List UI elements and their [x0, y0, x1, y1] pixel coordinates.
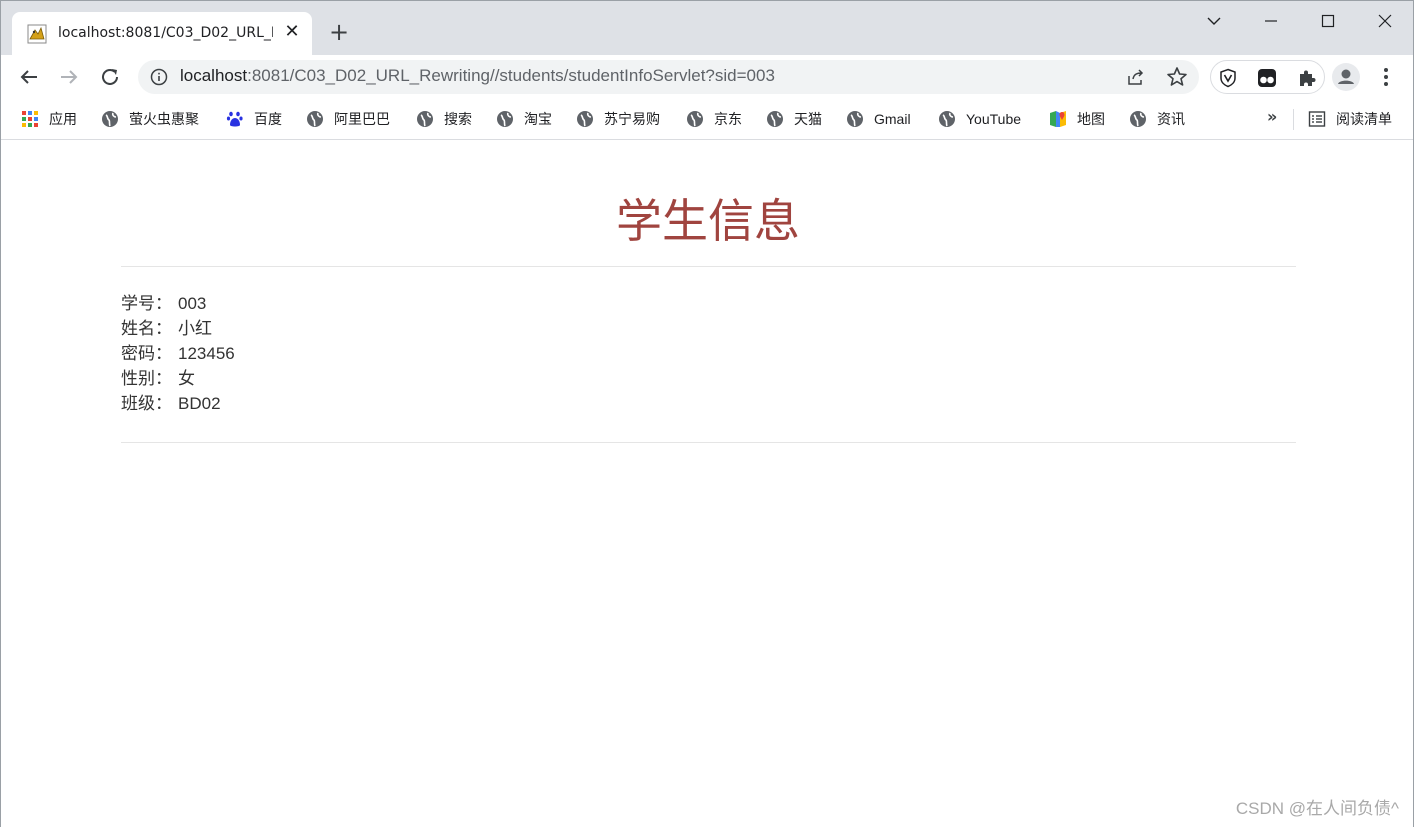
address-bar[interactable]: localhost:8081/C03_D02_URL_Rewriting//st…: [138, 60, 1199, 94]
extensions-group: [1210, 60, 1325, 94]
profile-avatar-icon[interactable]: [1332, 63, 1360, 91]
bookmark-label: 苏宁易购: [604, 111, 660, 127]
bookmark-label: 地图: [1077, 111, 1105, 127]
bookmark-label: 萤火虫惠聚: [129, 111, 199, 127]
bookmark-taobao[interactable]: 淘宝: [496, 108, 552, 130]
bookmark-label: Gmail: [874, 111, 911, 127]
bookmark-yinghuochong[interactable]: 萤火虫惠聚: [101, 108, 199, 130]
kebab-menu-icon[interactable]: [1376, 66, 1396, 88]
bookmarks-overflow-button[interactable]: »: [1267, 107, 1277, 126]
bookmark-label: 百度: [254, 111, 282, 127]
bookmark-gmail[interactable]: Gmail: [846, 108, 911, 130]
student-password-row: 密码： 123456: [121, 341, 235, 366]
bookmark-label: 阿里巴巴: [334, 111, 390, 127]
student-info-list: 学号： 003 姓名： 小红 密码： 123456 性别： 女 班级： BD02: [121, 291, 235, 416]
reading-list-button[interactable]: 阅读清单: [1308, 108, 1392, 130]
globe-icon: [577, 111, 593, 127]
vpn-shield-icon[interactable]: [1218, 68, 1238, 88]
new-tab-button[interactable]: +: [327, 20, 351, 45]
student-gender-row: 性别： 女: [121, 366, 235, 391]
site-info-icon[interactable]: [150, 68, 168, 86]
reading-list-icon: [1308, 111, 1326, 127]
browser-window: localhost:8081/C03_D02_URL_Rewriting//st…: [0, 0, 1414, 827]
field-label: 密码：: [121, 344, 172, 363]
bookmark-apps[interactable]: 应用: [21, 108, 77, 130]
field-value: 003: [178, 294, 207, 313]
maximize-icon[interactable]: [1310, 7, 1346, 35]
page-title: 学生信息: [616, 194, 800, 248]
bookmark-star-icon[interactable]: [1166, 66, 1188, 88]
tab-close-icon[interactable]: ✕: [282, 22, 302, 42]
bottom-divider: [121, 442, 1296, 443]
reload-icon[interactable]: [98, 65, 122, 89]
globe-icon: [687, 111, 703, 127]
student-id-row: 学号： 003: [121, 291, 235, 316]
bookmark-label: 京东: [714, 111, 742, 127]
bookmark-label: 天猫: [794, 111, 822, 127]
share-icon[interactable]: [1126, 67, 1146, 87]
globe-icon: [939, 111, 955, 127]
tab-title: localhost:8081/C03_D02_URL_Rewriting//st…: [58, 25, 273, 41]
url-host: localhost: [180, 66, 248, 85]
tomcat-favicon-icon: [27, 24, 47, 44]
bookmark-label: 应用: [49, 111, 77, 127]
bookmark-suning[interactable]: 苏宁易购: [576, 108, 660, 130]
page-content: 学生信息 学号： 003 姓名： 小红 密码： 123456 性别： 女 班级：…: [1, 141, 1413, 827]
globe-icon: [497, 111, 513, 127]
globe-icon: [417, 111, 433, 127]
minimize-icon[interactable]: [1253, 7, 1289, 35]
globe-icon: [847, 111, 863, 127]
bookmark-jd[interactable]: 京东: [686, 108, 742, 130]
field-label: 学号：: [121, 294, 172, 313]
globe-icon: [307, 111, 323, 127]
apps-grid-icon: [22, 111, 38, 127]
baidu-paw-icon: [226, 111, 243, 127]
globe-icon: [102, 111, 118, 127]
tab-search-icon[interactable]: [1196, 7, 1232, 35]
student-class-row: 班级： BD02: [121, 391, 235, 416]
extensions-puzzle-icon[interactable]: [1297, 68, 1317, 88]
bookmarks-bar: 应用 萤火虫惠聚 百度 阿里巴巴 搜索 淘宝 苏宁易购 京东 天猫 Gmail …: [1, 99, 1413, 140]
tampermonkey-icon[interactable]: [1257, 68, 1277, 88]
bookmark-news[interactable]: 资讯: [1129, 108, 1185, 130]
url-text[interactable]: localhost:8081/C03_D02_URL_Rewriting//st…: [180, 66, 775, 86]
field-label: 班级：: [121, 394, 172, 413]
bookmark-label: 搜索: [444, 111, 472, 127]
bookmark-alibaba[interactable]: 阿里巴巴: [306, 108, 390, 130]
maps-icon: [1050, 111, 1066, 127]
field-label: 性别：: [121, 369, 172, 388]
bookmark-search[interactable]: 搜索: [416, 108, 472, 130]
bookmark-tmall[interactable]: 天猫: [766, 108, 822, 130]
top-divider: [121, 266, 1296, 267]
url-path: :8081/C03_D02_URL_Rewriting//students/st…: [247, 66, 775, 85]
bookmark-youtube[interactable]: YouTube: [938, 108, 1021, 130]
csdn-watermark: CSDN @在人间负债^: [1235, 799, 1399, 818]
reading-list-label: 阅读清单: [1336, 111, 1392, 127]
forward-arrow-icon[interactable]: [57, 65, 81, 89]
field-value: BD02: [178, 394, 221, 413]
bookmark-label: 淘宝: [524, 111, 552, 127]
bookmark-label: 资讯: [1157, 111, 1185, 127]
back-arrow-icon[interactable]: [17, 65, 41, 89]
bookmark-label: YouTube: [966, 111, 1022, 127]
tab-strip: localhost:8081/C03_D02_URL_Rewriting//st…: [1, 1, 1413, 55]
globe-icon: [1130, 111, 1146, 127]
tab-active[interactable]: localhost:8081/C03_D02_URL_Rewriting//st…: [12, 12, 312, 55]
field-value: 小红: [178, 319, 212, 338]
globe-icon: [767, 111, 783, 127]
field-value: 123456: [178, 344, 235, 363]
bookmark-maps[interactable]: 地图: [1049, 108, 1105, 130]
student-name-row: 姓名： 小红: [121, 316, 235, 341]
field-label: 姓名：: [121, 319, 172, 338]
browser-toolbar: localhost:8081/C03_D02_URL_Rewriting//st…: [1, 55, 1413, 99]
bookmark-baidu[interactable]: 百度: [226, 108, 282, 130]
bookmarks-divider: [1293, 109, 1294, 130]
field-value: 女: [178, 369, 195, 388]
close-window-icon[interactable]: [1367, 7, 1403, 35]
